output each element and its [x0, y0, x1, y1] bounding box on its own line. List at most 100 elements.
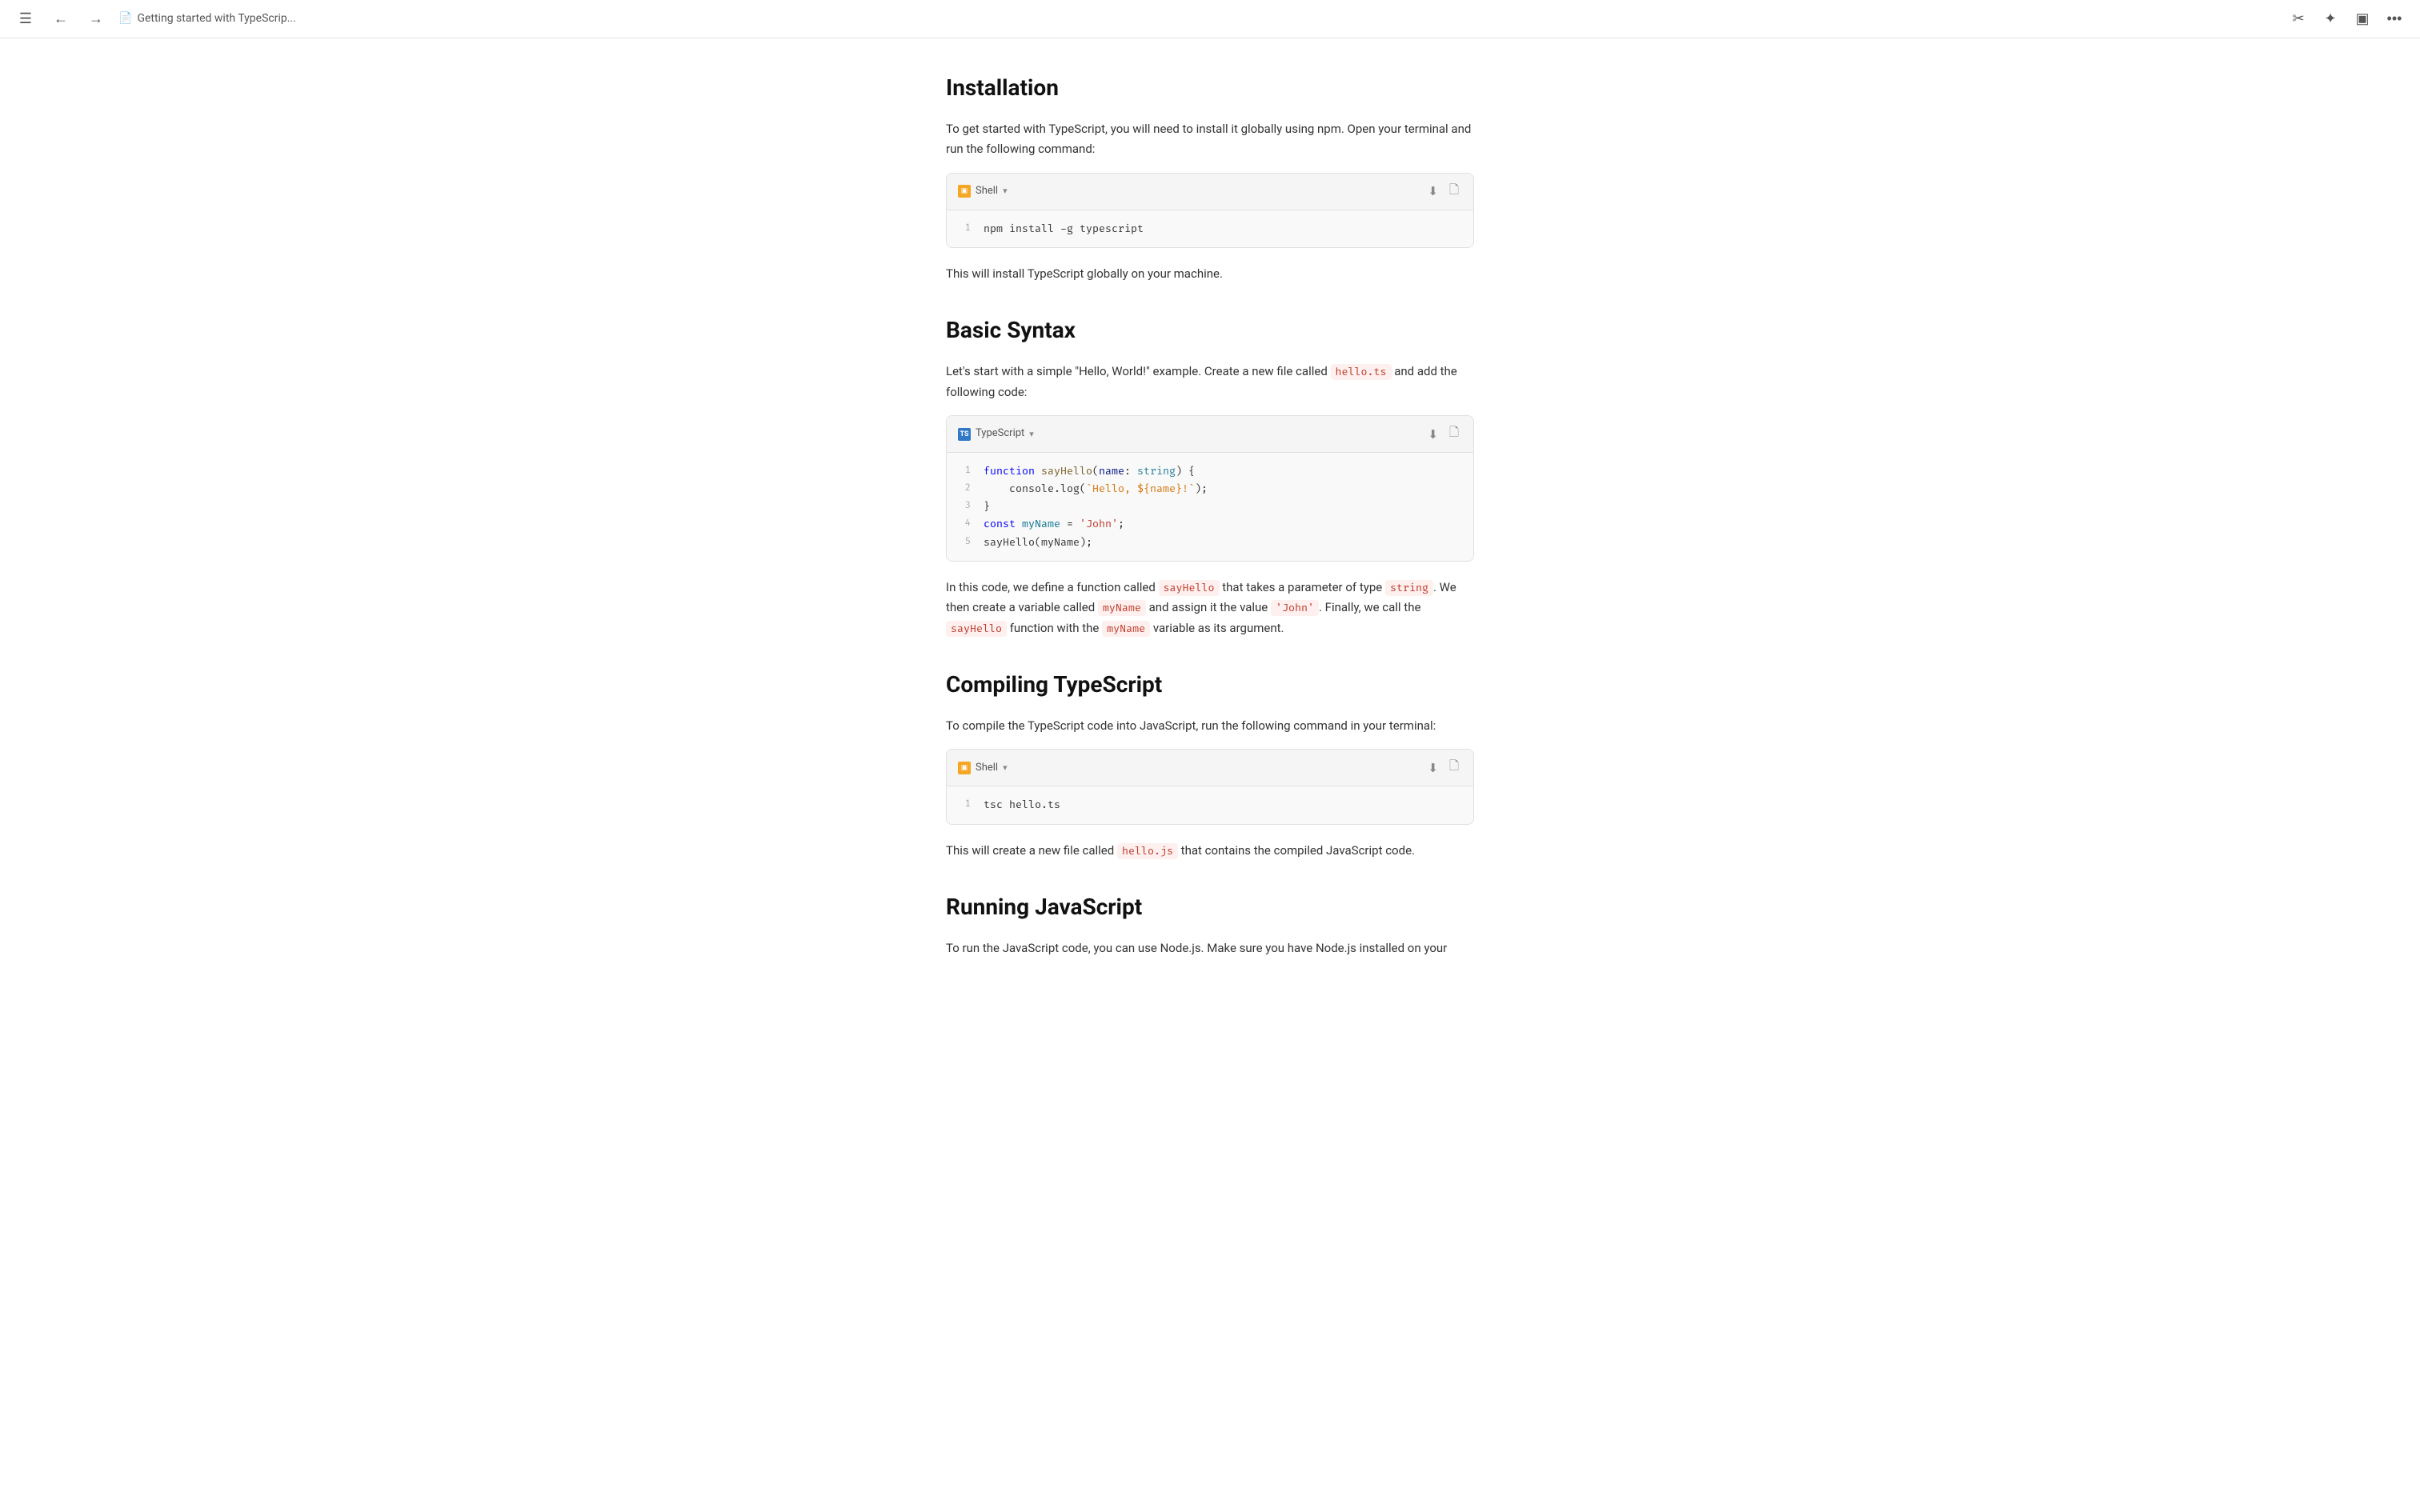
p2-code4: 'John' — [1271, 600, 1319, 616]
code-block-actions-2: ⬇ 🗋 — [1424, 422, 1462, 446]
running-js-heading: Running JavaScript — [946, 890, 1474, 926]
indent-console: console.log( — [984, 482, 1086, 495]
installation-paragraph-1: To get started with TypeScript, you will… — [946, 119, 1474, 160]
code-block-shell-2: ▣ Shell ▾ ⬇ 🗋 1 tsc hello.ts — [946, 749, 1474, 824]
paren-close-brace: ) { — [1176, 465, 1195, 478]
shell-icon-1: ▣ — [958, 185, 971, 198]
line-num-ts-2: 2 — [958, 480, 971, 498]
compiling-paragraph-1: To compile the TypeScript code into Java… — [946, 716, 1474, 737]
more-icon: ••• — [2387, 10, 2402, 27]
code-line-shell-2: 1 tsc hello.ts — [958, 796, 1462, 814]
basic-syntax-text-before: Let's start with a simple "Hello, World!… — [946, 364, 1331, 378]
code-block-actions-1: ⬇ 🗋 — [1424, 180, 1462, 203]
download-button-1[interactable]: ⬇ — [1424, 180, 1441, 203]
p2-mid4: . Finally, we call the — [1319, 600, 1420, 614]
lang-label-1: Shell — [976, 183, 998, 200]
code-body-1: 1 npm install -g typescript — [947, 210, 1473, 247]
code-line-ts-3: 3 } — [958, 498, 1462, 515]
running-js-paragraph-1: To run the JavaScript code, you can use … — [946, 938, 1474, 959]
code-block-typescript: TS TypeScript ▾ ⬇ 🗋 1 function sayHello(… — [946, 415, 1474, 561]
lang-selector-3[interactable]: ▣ Shell ▾ — [958, 760, 1008, 777]
comp-p2-code: hello.js — [1117, 843, 1178, 859]
line-content-ts-5: sayHello(myName); — [984, 534, 1462, 551]
forward-icon: → — [89, 10, 103, 27]
line-content-ts-3: } — [984, 498, 1462, 515]
code-block-actions-3: ⬇ 🗋 — [1424, 756, 1462, 779]
chevron-down-icon-1: ▾ — [1003, 184, 1008, 198]
layout-icon: ▣ — [2355, 10, 2369, 27]
forward-button[interactable]: → — [83, 6, 109, 32]
p2-code5: sayHello — [946, 621, 1007, 637]
basic-syntax-paragraph-1: Let's start with a simple "Hello, World!… — [946, 362, 1474, 402]
sidebar-toggle-button[interactable]: ☰ — [13, 6, 38, 32]
copy-button-1[interactable]: 🗋 — [1446, 180, 1462, 203]
basic-syntax-code-1: hello.ts — [1331, 364, 1392, 380]
str-John: 'John' — [1080, 518, 1118, 530]
installation-heading: Installation — [946, 70, 1474, 106]
kw-const: const — [984, 518, 1022, 530]
chevron-down-icon-2: ▾ — [1029, 427, 1034, 442]
line-num-ts-3: 3 — [958, 498, 971, 515]
scissors-button[interactable]: ✂ — [2286, 6, 2311, 32]
code-body-3: 1 tsc hello.ts — [947, 786, 1473, 823]
main-content: Installation To get started with TypeScr… — [930, 38, 1490, 1035]
comp-p2-after: that contains the compiled JavaScript co… — [1178, 843, 1415, 858]
basic-syntax-heading: Basic Syntax — [946, 313, 1474, 349]
download-button-2[interactable]: ⬇ — [1424, 422, 1441, 446]
code-body-2: 1 function sayHello(name: string) { 2 co… — [947, 453, 1473, 560]
code-line-ts-2: 2 console.log(`Hello, ${name}!`); — [958, 480, 1462, 498]
code-block-shell-1: ▣ Shell ▾ ⬇ 🗋 1 npm install -g typescrip… — [946, 173, 1474, 248]
code-line-ts-4: 4 const myName = 'John'; — [958, 515, 1462, 533]
topbar: ☰ ← → 📄 Getting started with TypeScrip..… — [0, 0, 2420, 38]
line-content-shell-2: tsc hello.ts — [984, 796, 1462, 814]
code-block-header-1: ▣ Shell ▾ ⬇ 🗋 — [947, 174, 1473, 210]
line-content-ts-1: function sayHello(name: string) { — [984, 462, 1462, 480]
lang-selector-1[interactable]: ▣ Shell ▾ — [958, 183, 1008, 200]
line-content-ts-2: console.log(`Hello, ${name}!`); — [984, 480, 1462, 498]
chevron-down-icon-3: ▾ — [1003, 761, 1008, 775]
p2-end2: variable as its argument. — [1150, 621, 1284, 635]
param-name: name — [1099, 465, 1124, 478]
p2-code6: myName — [1102, 621, 1150, 637]
line-num-ts-1: 1 — [958, 462, 971, 480]
topbar-right: ✂ ✦ ▣ ••• — [2286, 6, 2407, 32]
p2-code1: sayHello — [1159, 580, 1220, 596]
compiling-heading: Compiling TypeScript — [946, 667, 1474, 703]
line-num-shell-2: 1 — [958, 796, 971, 814]
assign: = — [1060, 518, 1080, 530]
code-block-header-3: ▣ Shell ▾ ⬇ 🗋 — [947, 750, 1473, 786]
line-content-ts-4: const myName = 'John'; — [984, 515, 1462, 533]
basic-syntax-paragraph-2: In this code, we define a function calle… — [946, 578, 1474, 639]
breadcrumb-text: Getting started with TypeScrip... — [137, 10, 295, 27]
type-string: string — [1137, 465, 1176, 478]
back-icon: ← — [54, 10, 68, 27]
topbar-left: ☰ ← → 📄 Getting started with TypeScrip..… — [13, 6, 296, 32]
star-button[interactable]: ✦ — [2318, 6, 2343, 32]
code-line-ts-1: 1 function sayHello(name: string) { — [958, 462, 1462, 480]
copy-button-2[interactable]: 🗋 — [1446, 422, 1462, 446]
colon: : — [1124, 465, 1137, 478]
line-num-ts-4: 4 — [958, 515, 971, 533]
p2-mid1: that takes a parameter of type — [1220, 580, 1385, 594]
typescript-icon: TS — [958, 428, 971, 441]
line-num-1: 1 — [958, 220, 971, 238]
back-button[interactable]: ← — [48, 6, 74, 32]
download-button-3[interactable]: ⬇ — [1424, 756, 1441, 779]
layout-button[interactable]: ▣ — [2350, 6, 2375, 32]
comp-p2-before: This will create a new file called — [946, 843, 1117, 858]
copy-button-3[interactable]: 🗋 — [1446, 756, 1462, 779]
compiling-paragraph-2: This will create a new file called hello… — [946, 841, 1474, 862]
more-button[interactable]: ••• — [2382, 6, 2407, 32]
paren-open: ( — [1092, 465, 1099, 478]
shell-icon-2: ▣ — [958, 762, 971, 774]
line-content-1: npm install -g typescript — [984, 220, 1462, 238]
kw-function: function — [984, 465, 1041, 478]
code-line-ts-5: 5 sayHello(myName); — [958, 534, 1462, 551]
p2-mid3: and assign it the value — [1146, 600, 1271, 614]
var-myName: myName — [1022, 518, 1060, 530]
code-line-1: 1 npm install -g typescript — [958, 220, 1462, 238]
installation-paragraph-2: This will install TypeScript globally on… — [946, 264, 1474, 285]
scissors-icon: ✂ — [2292, 10, 2304, 27]
menu-icon: ☰ — [19, 10, 32, 27]
lang-selector-2[interactable]: TS TypeScript ▾ — [958, 426, 1034, 442]
